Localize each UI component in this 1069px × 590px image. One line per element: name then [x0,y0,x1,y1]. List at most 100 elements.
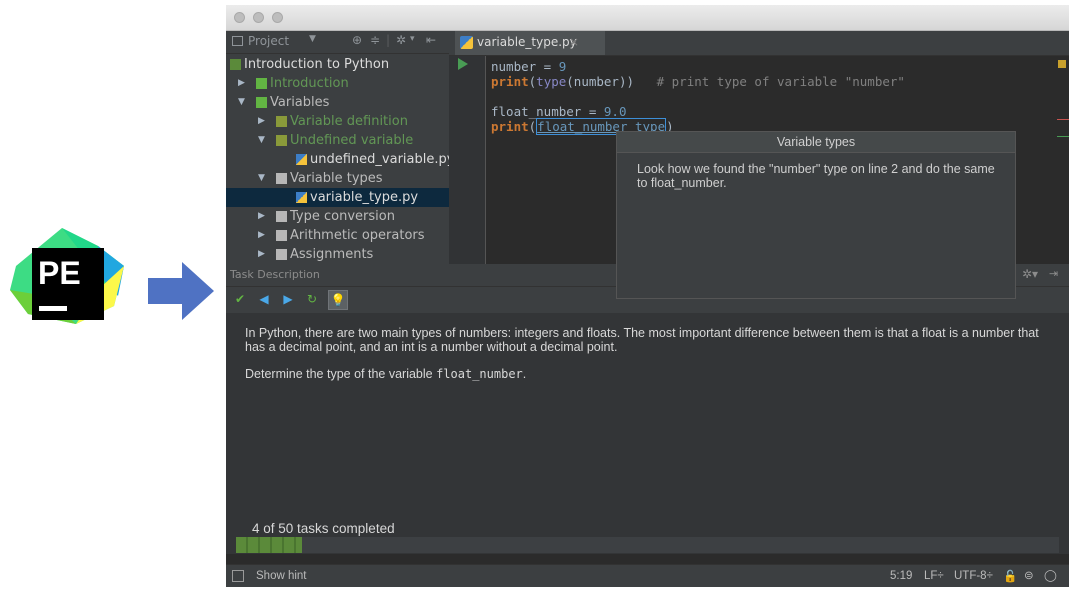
editor-tab-bar: variable_type.py × [449,31,1069,56]
code-line-1: number = 9 [491,59,567,74]
tree-item[interactable]: ▼ Variables [226,93,449,112]
task-icon [276,173,287,184]
tab-label: variable_type.py [477,35,577,49]
project-panel-header: Project ▼ ⊕ ≑ | ✲ ▾ ⇤ [226,31,449,54]
code-line-2: print(type(number)) # print type of vari… [491,74,905,89]
tree-item[interactable]: ▼ Undefined variable [226,131,449,150]
progress-bar [236,537,1059,553]
tree-item-label: Introduction [270,76,349,91]
gear-chevron-icon[interactable]: ▾ [410,34,415,44]
change-stripe-mark [1057,136,1069,137]
chevron-right-icon[interactable]: ▶ [258,226,265,245]
progress-bar-fill [236,537,302,553]
encoding-selector[interactable]: UTF-8÷ [954,570,993,582]
tree-item-label: undefined_variable.py [310,152,455,167]
project-panel: Project ▼ ⊕ ≑ | ✲ ▾ ⇤ Introduction to Py… [226,31,454,264]
chevron-right-icon[interactable]: ▶ [258,112,265,131]
tree-item[interactable]: variable_type.py [226,188,449,207]
inspection-status-icon[interactable] [1058,60,1066,68]
progress-label: 4 of 50 tasks completed [252,521,395,536]
close-window-button[interactable] [234,12,245,23]
project-view-selector[interactable]: Project [248,34,289,48]
inspector-icon[interactable]: ⊜ [1024,568,1034,582]
chevron-down-icon[interactable]: ▼ [258,169,265,188]
collapse-icon[interactable]: ≑ [370,33,380,47]
hide-panel-icon[interactable]: ⇤ [426,33,436,47]
tree-item-label: Assignments [290,247,374,262]
course-icon [230,59,241,70]
chevron-down-icon[interactable]: ▼ [238,93,245,112]
svg-text:PE: PE [38,255,81,291]
task-icon [276,249,287,260]
chevron-down-icon[interactable]: ▼ [258,131,265,150]
task-paragraph-1: In Python, there are two main types of n… [245,326,1039,354]
tree-item-label: variable_type.py [310,190,419,205]
task-icon [276,211,287,222]
tab-variable-type-py[interactable]: variable_type.py × [455,31,605,55]
right-arrow-icon [148,262,214,320]
project-icon [232,36,243,46]
previous-task-icon[interactable]: ◀ [256,291,272,307]
title-bar [226,5,1069,31]
zoom-window-button[interactable] [272,12,283,23]
tree-item[interactable]: ▶ Variable definition [226,112,449,131]
lesson-icon [256,97,267,108]
task-icon [276,230,287,241]
hint-popup: Variable types Look how we found the "nu… [616,131,1016,299]
lesson-icon [256,78,267,89]
show-hint-button[interactable]: Show hint [256,570,307,582]
tree-item[interactable]: Introduction to Python [226,55,449,74]
check-task-icon[interactable]: ✔ [232,291,248,307]
project-tree: Introduction to Python ▶ Introduction ▼ Vari… [226,55,454,264]
lock-icon[interactable]: 🔓 [1003,569,1017,583]
tree-item-label: Type conversion [290,209,395,224]
task-icon [276,135,287,146]
chevron-down-icon[interactable]: ▼ [309,34,316,44]
chevron-right-icon[interactable]: ▶ [258,245,265,264]
tree-item-label: Arithmetic operators [290,228,425,243]
tree-item-label: Introduction to Python [244,57,390,72]
tree-item[interactable]: ▼ Variable types [226,169,449,188]
tree-item[interactable]: ▶ Type conversion [226,207,449,226]
tree-item[interactable]: ▶ Introduction [226,74,449,93]
next-task-icon[interactable]: ▶ [280,291,296,307]
close-tab-icon[interactable]: × [569,35,579,49]
task-description-body: In Python, there are two main types of n… [226,313,1069,554]
python-file-icon [296,192,307,203]
ide-window: Project ▼ ⊕ ≑ | ✲ ▾ ⇤ Introduction to Py… [226,5,1069,587]
task-icon [276,116,287,127]
popup-body: Look how we found the "number" type on l… [637,162,995,190]
target-icon[interactable]: ⊕ [352,33,362,47]
tree-item-label: Variable definition [290,114,408,129]
status-bar: Show hint 5:19 LF÷ UTF-8÷ 🔓 ⊜ ◯ [226,564,1069,587]
gear-icon[interactable]: ✲▾ [1022,267,1038,281]
tree-item[interactable]: ▶ Assignments [226,245,449,264]
hide-panel-icon[interactable]: ⇥ [1049,267,1058,280]
tree-item[interactable]: ▶ Arithmetic operators [226,226,449,245]
event-log-icon[interactable]: ◯ [1044,568,1057,582]
refresh-task-icon[interactable]: ↻ [304,291,320,307]
task-header-label: Task Description [230,268,320,281]
chevron-right-icon[interactable]: ▶ [238,74,245,93]
line-separator-selector[interactable]: LF÷ [924,570,944,582]
python-file-icon [460,36,473,49]
caret-position[interactable]: 5:19 [890,570,912,582]
gear-icon[interactable]: ✲ [396,33,406,47]
tool-window-toggle-icon[interactable] [232,570,244,582]
tree-item-label: Variable types [290,171,383,186]
code-line-4: float_number = 9.0 [491,104,627,119]
tree-item[interactable]: undefined_variable.py [226,150,454,169]
task-paragraph-2: Determine the type of the variable float… [245,367,527,381]
minimize-window-button[interactable] [253,12,264,23]
hint-lightbulb-icon[interactable]: 💡 [328,290,348,310]
popup-title: Variable types [617,132,1015,153]
error-stripe-mark[interactable] [1057,119,1069,120]
editor-gutter [449,56,486,264]
python-file-icon [296,154,307,165]
toolbar-divider: | [386,33,391,47]
tree-item-label: Variables [270,95,330,110]
run-icon[interactable] [458,58,468,70]
chevron-right-icon[interactable]: ▶ [258,207,265,226]
pycharm-edu-logo: PE [10,228,124,324]
tree-item-label: Undefined variable [290,133,414,148]
